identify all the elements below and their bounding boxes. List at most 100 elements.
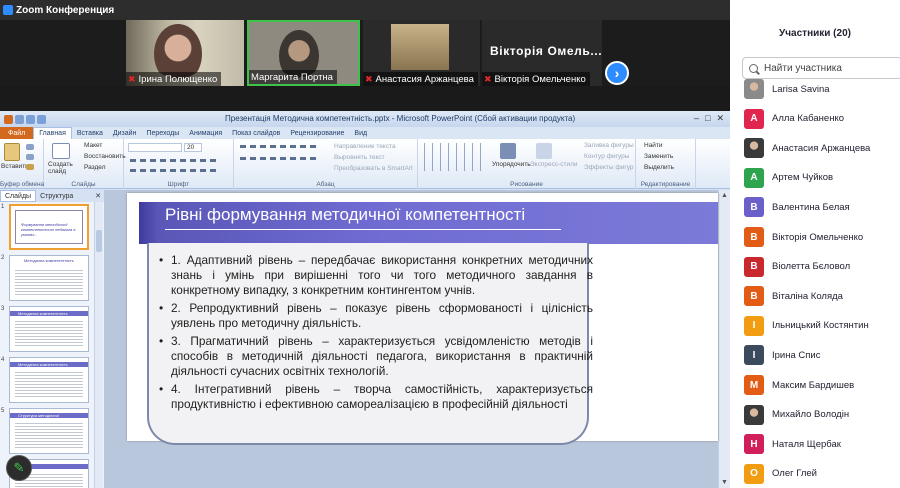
scroll-up-icon[interactable]: ▲ xyxy=(721,192,728,199)
copy-icon[interactable] xyxy=(26,154,34,160)
participant-search-input[interactable]: Найти участника xyxy=(742,57,900,79)
undo-icon[interactable] xyxy=(26,114,35,124)
thumb-number: 5 xyxy=(1,408,5,414)
replace-button[interactable]: Заменить xyxy=(644,153,673,160)
shapes-gallery[interactable] xyxy=(422,143,488,171)
paste-button[interactable]: Вставить xyxy=(1,163,29,170)
tab-review[interactable]: Рецензирование xyxy=(285,130,349,137)
video-tile-4[interactable]: Вікторія Омель... ✖ Вікторія Омельченко xyxy=(482,20,602,86)
tab-slideshow[interactable]: Показ слайдов xyxy=(227,130,285,137)
list-buttons[interactable] xyxy=(240,145,320,148)
tab-view[interactable]: Вид xyxy=(349,130,372,137)
slide-thumbnails: 1 Формування методичної компетентності п… xyxy=(0,202,104,488)
font-color-buttons[interactable] xyxy=(130,169,220,172)
participant-row[interactable]: А Артем Чуйков xyxy=(744,167,833,189)
participant-row[interactable]: М Максим Бардишев xyxy=(744,374,854,396)
participant-row[interactable]: А Алла Кабаненко xyxy=(744,108,844,130)
slide-thumbnail-4[interactable]: Методична компетентність xyxy=(9,357,89,403)
slide-thumbnail-2[interactable]: Методична компетентність xyxy=(9,255,89,301)
window-controls: – □ ✕ xyxy=(694,113,724,124)
tab-home[interactable]: Главная xyxy=(33,127,72,139)
avatar xyxy=(744,138,764,159)
shape-fill-button[interactable]: Заливка фигуры xyxy=(584,142,634,149)
video-tile-3[interactable]: ✖ Анастасия Аржанцева xyxy=(363,20,480,86)
avatar: І xyxy=(744,345,764,366)
annotate-pen-button[interactable]: ✎ xyxy=(6,455,32,481)
tab-insert[interactable]: Вставка xyxy=(72,130,108,137)
avatar: В xyxy=(744,227,764,247)
participant-name: Валентина Белая xyxy=(772,201,850,213)
participant-photo xyxy=(391,24,449,70)
tab-design[interactable]: Дизайн xyxy=(108,130,142,137)
editor-scrollbar[interactable]: ▲ ▼ xyxy=(718,190,730,488)
group-slides: Создать слайд Макет Восстановить Раздел … xyxy=(44,139,126,189)
participant-name: Larisa Savina xyxy=(772,83,830,95)
arrange-button[interactable]: Упорядочить xyxy=(492,161,531,168)
participant-row[interactable]: В Валентина Белая xyxy=(744,196,850,218)
tab-outline[interactable]: Структура xyxy=(36,193,77,200)
bullet-item: 3. Прагматичний рівень – характеризуєтьс… xyxy=(157,334,593,379)
text-direction-button[interactable]: Направление текста xyxy=(334,143,396,150)
next-page-button[interactable]: › xyxy=(605,61,629,85)
video-tile-label: Маргарита Портна xyxy=(249,70,337,84)
participant-row[interactable]: Н Наталя Щербак xyxy=(744,433,841,455)
shape-effects-button[interactable]: Эффекты фигур xyxy=(584,164,634,171)
group-label: Редактирование xyxy=(640,181,691,188)
thumb-title: Методична компетентність xyxy=(18,362,68,367)
close-icon[interactable]: ✕ xyxy=(716,113,724,124)
participant-row[interactable]: В Вікторія Омельченко xyxy=(744,226,863,248)
participant-row[interactable]: Михайло Володін xyxy=(744,404,849,426)
tab-transitions[interactable]: Переходы xyxy=(141,130,184,137)
group-drawing: Упорядочить Экспресс-стили Заливка фигур… xyxy=(418,139,636,189)
maximize-icon[interactable]: □ xyxy=(705,113,710,124)
scroll-thumb[interactable] xyxy=(96,230,102,252)
bullet-item: 2. Репродуктивний рівень – показує рівен… xyxy=(157,301,593,331)
tab-slides[interactable]: Слайды xyxy=(0,190,37,202)
font-size-select[interactable]: 20 xyxy=(184,143,202,152)
participant-row[interactable]: Анастасия Аржанцева xyxy=(744,137,870,159)
reset-button[interactable]: Восстановить xyxy=(84,153,126,160)
slide-thumbnail-5[interactable]: Структура методичної компетентності xyxy=(9,408,89,454)
video-tile-2[interactable]: Маргарита Портна xyxy=(247,20,360,86)
font-name-select[interactable] xyxy=(128,143,182,152)
participant-row[interactable]: О Олег Глей xyxy=(744,463,817,485)
section-button[interactable]: Раздел xyxy=(84,164,105,171)
participant-row[interactable]: В Віолетта Бєловол xyxy=(744,256,850,278)
scroll-down-icon[interactable]: ▼ xyxy=(721,479,728,486)
minimize-icon[interactable]: – xyxy=(694,113,699,124)
select-button[interactable]: Выделить xyxy=(644,164,674,171)
thumbnails-scrollbar[interactable] xyxy=(94,202,103,488)
close-pane-icon[interactable]: ✕ xyxy=(91,192,104,200)
participant-row[interactable]: В Віталіна Коляда xyxy=(744,285,843,307)
quick-styles-button[interactable]: Экспресс-стили xyxy=(530,161,578,168)
participant-row[interactable]: Larisa Savina xyxy=(744,78,830,100)
slide-thumbnail-3[interactable]: Методична компетентність xyxy=(9,306,89,352)
smartart-button[interactable]: Преобразовать в SmartArt xyxy=(334,165,413,172)
layout-button[interactable]: Макет xyxy=(84,142,102,149)
save-icon[interactable] xyxy=(15,114,24,124)
current-slide[interactable]: Рівні формування методичної компетентнос… xyxy=(127,193,718,445)
format-painter-icon[interactable] xyxy=(26,164,34,170)
participant-row[interactable]: І Ірина Спис xyxy=(744,344,820,366)
tab-file[interactable]: Файл xyxy=(0,127,34,139)
find-button[interactable]: Найти xyxy=(644,142,663,149)
align-buttons[interactable] xyxy=(240,157,320,160)
avatar: А xyxy=(744,167,764,188)
participant-name: Ільницький Костянтин xyxy=(772,320,869,332)
redo-icon[interactable] xyxy=(37,114,46,124)
new-slide-button[interactable]: Создать слайд xyxy=(48,161,76,175)
mic-muted-icon: ✖ xyxy=(128,73,136,84)
group-label: Шрифт xyxy=(167,181,190,188)
tab-animation[interactable]: Анимация xyxy=(184,130,227,137)
video-tile-1[interactable]: ✖ Ірина Полющенко xyxy=(126,20,244,86)
font-format-buttons[interactable] xyxy=(130,159,220,162)
shape-outline-button[interactable]: Контур фигуры xyxy=(584,153,629,160)
avatar xyxy=(744,404,764,425)
thumb-text xyxy=(15,421,83,449)
participant-row[interactable]: І Ільницький Костянтин xyxy=(744,315,869,337)
cut-icon[interactable] xyxy=(26,144,34,150)
align-text-button[interactable]: Выровнять текст xyxy=(334,154,385,161)
zoom-screen: Zoom Конференция ✖ Ірина Полющенко Марга… xyxy=(0,0,900,488)
slide-thumbnail-1[interactable]: Формування методичної компетентності пед… xyxy=(9,204,89,250)
thumb-title: Методична компетентність xyxy=(24,258,74,263)
